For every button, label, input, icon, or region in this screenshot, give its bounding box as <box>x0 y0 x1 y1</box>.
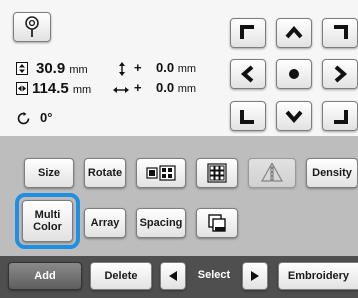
pin-icon <box>25 16 39 37</box>
mirror-icon <box>260 163 284 183</box>
center-dot-icon <box>289 69 299 79</box>
flip-image-button[interactable] <box>136 158 186 188</box>
move-up-button[interactable] <box>276 18 312 48</box>
arrow-up-left-icon <box>240 25 254 39</box>
spacing-button[interactable]: Spacing <box>136 208 186 238</box>
duplicate-button[interactable] <box>196 208 238 238</box>
array-button[interactable]: Array <box>84 208 126 238</box>
arrow-up-right-icon <box>334 25 348 39</box>
pin-button[interactable] <box>13 12 51 42</box>
select-previous-button[interactable] <box>160 262 186 290</box>
mirror-button[interactable] <box>248 158 296 188</box>
move-up-right-button[interactable] <box>322 18 358 48</box>
multi-color-highlight <box>15 193 80 249</box>
edit-screen: 30.9 mm 114.5 mm + 0.0 mm + 0.0 mm 0° Si… <box>0 0 358 298</box>
width-icon <box>16 82 28 95</box>
move-right-button[interactable] <box>322 59 358 89</box>
select-label: Select <box>197 269 231 281</box>
horizontal-move-icon <box>113 87 129 93</box>
arrow-right-icon <box>334 65 348 83</box>
vertical-move-icon <box>119 62 125 76</box>
arrow-down-left-icon <box>240 110 254 124</box>
width-value: 114.5 mm <box>32 80 92 97</box>
grid-icon <box>207 163 227 183</box>
move-down-button[interactable] <box>276 101 312 131</box>
arrow-down-right-icon <box>334 110 348 124</box>
size-button[interactable]: Size <box>24 158 74 188</box>
arrow-down-icon <box>285 110 303 124</box>
arrow-left-icon <box>240 65 254 83</box>
move-down-right-button[interactable] <box>322 101 358 131</box>
grid-button[interactable] <box>196 158 238 188</box>
delete-button[interactable]: Delete <box>90 262 152 290</box>
arrow-up-icon <box>285 25 303 39</box>
move-left-button[interactable] <box>230 59 266 89</box>
center-button[interactable] <box>276 59 312 89</box>
triangle-left-icon <box>169 271 177 281</box>
add-button[interactable]: Add <box>8 262 82 290</box>
duplicate-icon <box>208 214 226 232</box>
vertical-offset: + 0.0 mm <box>134 60 197 75</box>
move-down-left-button[interactable] <box>230 101 266 131</box>
embroidery-button[interactable]: Embroidery <box>278 262 358 290</box>
horizontal-offset: + 0.0 mm <box>134 80 197 95</box>
density-button[interactable]: Density <box>306 158 358 188</box>
height-value: 30.9 mm <box>36 60 88 77</box>
height-icon <box>16 62 28 75</box>
rotation-icon <box>17 112 30 125</box>
rotate-button[interactable]: Rotate <box>84 158 126 188</box>
rotation-value: 0° <box>40 110 53 125</box>
border-sew-icon <box>146 165 176 181</box>
move-up-left-button[interactable] <box>230 18 266 48</box>
select-next-button[interactable] <box>242 262 268 290</box>
triangle-right-icon <box>251 271 259 281</box>
